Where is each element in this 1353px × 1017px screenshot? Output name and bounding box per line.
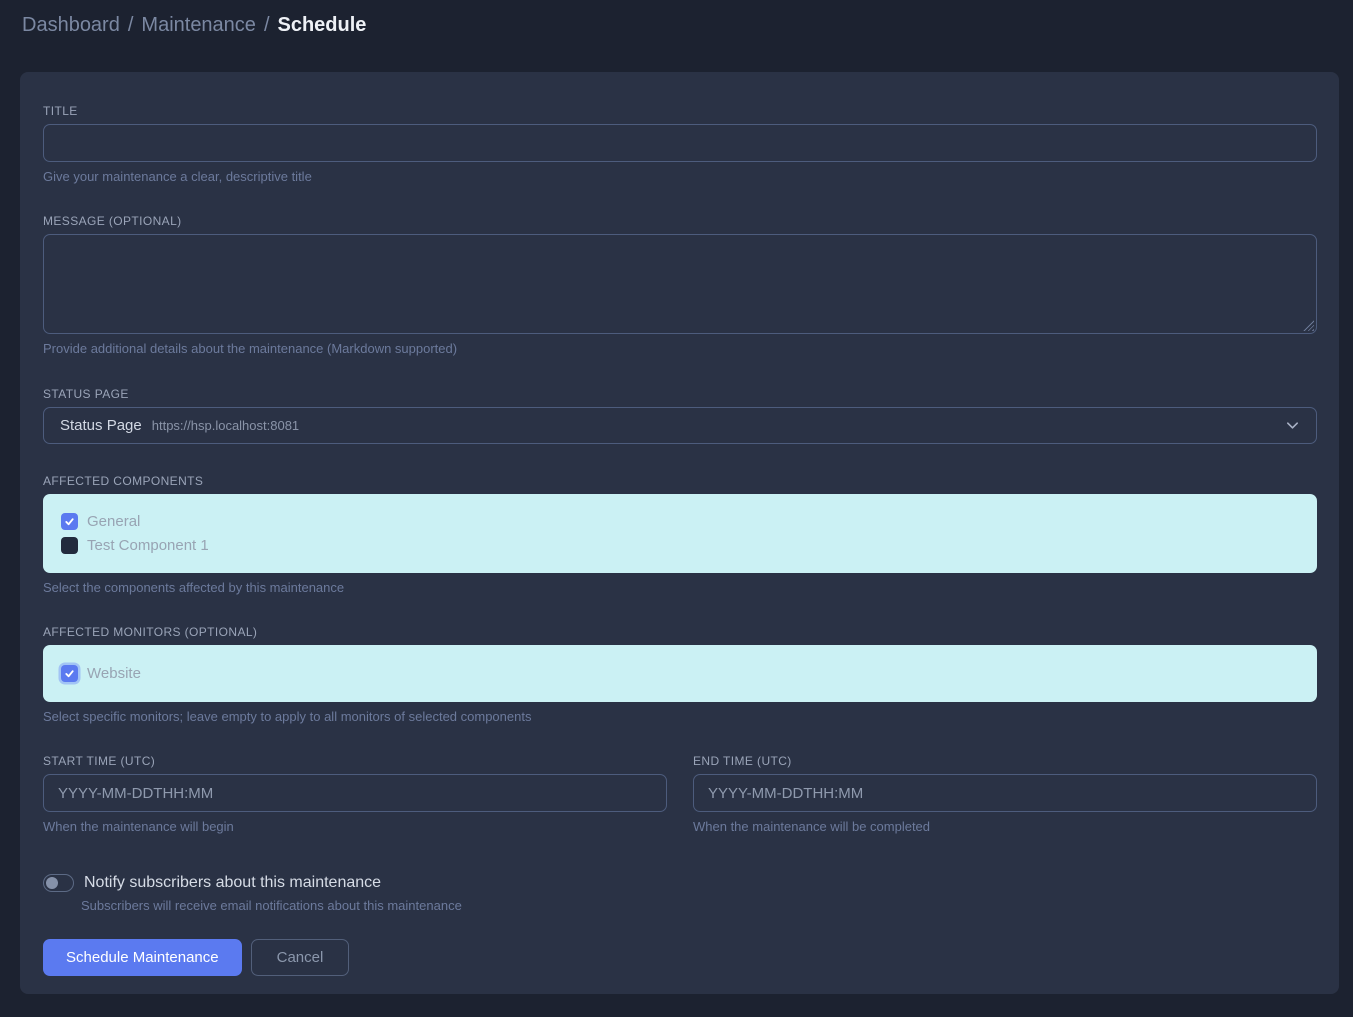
status-page-label: STATUS PAGE (43, 387, 1317, 401)
time-range-section: START TIME (UTC) When the maintenance wi… (43, 754, 1317, 834)
start-time-label: START TIME (UTC) (43, 754, 667, 768)
title-helper: Give your maintenance a clear, descripti… (43, 169, 1317, 184)
schedule-maintenance-form-card: TITLE Give your maintenance a clear, des… (20, 72, 1339, 994)
component-option-label: Test Component 1 (87, 537, 209, 554)
message-field: MESSAGE (OPTIONAL) Provide additional de… (43, 214, 1317, 356)
top-bar: Dashboard / Maintenance / Schedule (0, 0, 1353, 50)
cancel-button[interactable]: Cancel (251, 939, 350, 976)
affected-components-helper: Select the components affected by this m… (43, 580, 1317, 595)
form-actions: Schedule Maintenance Cancel (43, 939, 1317, 976)
end-time-input[interactable] (693, 774, 1317, 812)
breadcrumb-dashboard[interactable]: Dashboard (22, 14, 120, 37)
affected-components-field: AFFECTED COMPONENTS General Test Compone… (43, 474, 1317, 595)
message-helper: Provide additional details about the mai… (43, 341, 1317, 356)
breadcrumb-maintenance[interactable]: Maintenance (141, 14, 256, 37)
title-field: TITLE Give your maintenance a clear, des… (43, 104, 1317, 184)
affected-monitors-field: AFFECTED MONITORS (OPTIONAL) Website Sel… (43, 625, 1317, 724)
component-option-test-component-1[interactable]: Test Component 1 (61, 535, 1299, 556)
checkbox-icon[interactable] (61, 513, 78, 530)
affected-components-label: AFFECTED COMPONENTS (43, 474, 1317, 488)
breadcrumb-separator: / (264, 14, 270, 37)
affected-components-list: General Test Component 1 (43, 494, 1317, 573)
monitor-option-label: Website (87, 665, 141, 682)
chevron-down-icon[interactable] (1285, 418, 1300, 433)
notify-toggle-helper: Subscribers will receive email notificat… (43, 898, 1317, 913)
affected-monitors-helper: Select specific monitors; leave empty to… (43, 709, 1317, 724)
end-time-field: END TIME (UTC) When the maintenance will… (693, 754, 1317, 834)
schedule-maintenance-button[interactable]: Schedule Maintenance (43, 939, 242, 976)
breadcrumb-schedule-current: Schedule (278, 14, 367, 37)
checkbox-icon[interactable] (61, 537, 78, 554)
component-option-general[interactable]: General (61, 511, 1299, 532)
status-page-selected-url: https://hsp.localhost:8081 (152, 418, 299, 433)
start-time-field: START TIME (UTC) When the maintenance wi… (43, 754, 667, 834)
breadcrumb: Dashboard / Maintenance / Schedule (22, 14, 366, 37)
notify-subscribers-toggle[interactable] (43, 874, 74, 892)
notify-toggle-label: Notify subscribers about this maintenanc… (84, 874, 381, 892)
affected-monitors-list: Website (43, 645, 1317, 702)
end-time-label: END TIME (UTC) (693, 754, 1317, 768)
notify-toggle-row: Notify subscribers about this maintenanc… (43, 874, 1317, 892)
component-option-label: General (87, 513, 140, 530)
end-time-helper: When the maintenance will be completed (693, 819, 1317, 834)
status-page-selected-name: Status Page (60, 417, 142, 434)
start-time-helper: When the maintenance will begin (43, 819, 667, 834)
start-time-input[interactable] (43, 774, 667, 812)
title-label: TITLE (43, 104, 1317, 118)
title-input[interactable] (43, 124, 1317, 162)
checkbox-icon[interactable] (61, 665, 78, 682)
message-label: MESSAGE (OPTIONAL) (43, 214, 1317, 228)
status-page-field: STATUS PAGE Status Page https://hsp.loca… (43, 387, 1317, 444)
message-textarea[interactable] (43, 234, 1317, 334)
status-page-select[interactable]: Status Page https://hsp.localhost:8081 (43, 407, 1317, 444)
toggle-knob[interactable] (46, 877, 58, 889)
affected-monitors-label: AFFECTED MONITORS (OPTIONAL) (43, 625, 1317, 639)
monitor-option-website[interactable]: Website (61, 663, 1299, 684)
breadcrumb-separator: / (128, 14, 134, 37)
